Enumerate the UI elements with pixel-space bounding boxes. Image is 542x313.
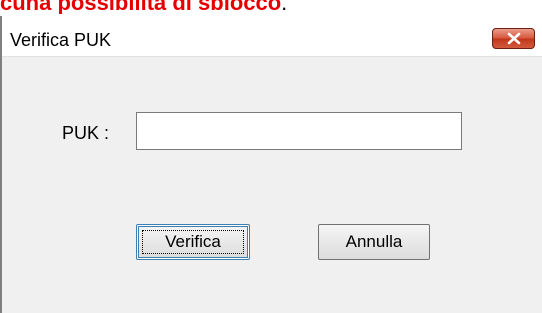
page-heading: cuna possibilità di sblocco. xyxy=(0,0,542,14)
puk-dialog: Verifica PUK PUK : Verifica Annulla xyxy=(0,16,542,313)
puk-label: PUK : xyxy=(62,123,110,143)
verify-button[interactable]: Verifica xyxy=(136,224,250,260)
puk-input[interactable] xyxy=(136,112,462,150)
close-button[interactable] xyxy=(492,28,535,49)
verify-button-label: Verifica xyxy=(165,232,221,251)
title-bar[interactable]: Verifica PUK xyxy=(2,16,542,57)
page-heading-text: cuna possibilità di sblocco xyxy=(0,0,282,14)
page-heading-tail: . xyxy=(281,0,288,14)
window-title: Verifica PUK xyxy=(10,30,112,50)
close-icon xyxy=(507,32,521,45)
cancel-button[interactable]: Annulla xyxy=(318,224,430,260)
cancel-button-label: Annulla xyxy=(345,232,403,251)
